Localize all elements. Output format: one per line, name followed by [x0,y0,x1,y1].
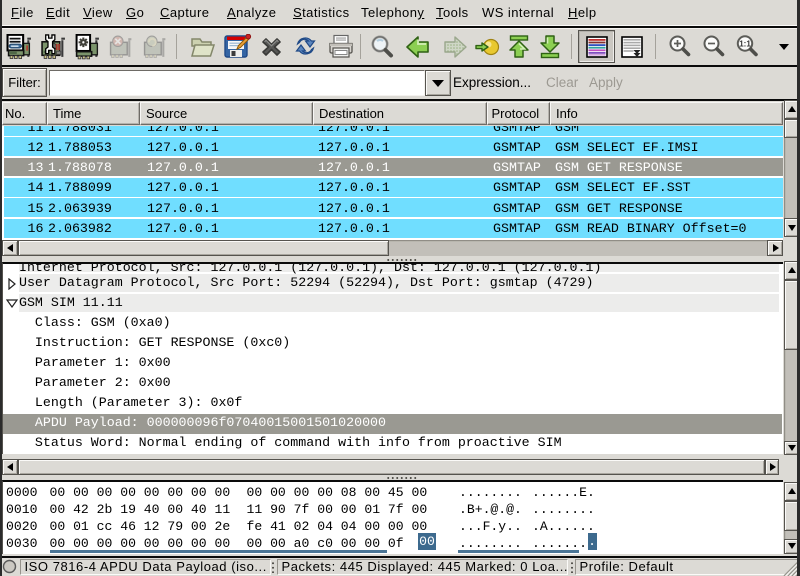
svg-text:1:1: 1:1 [739,40,751,49]
